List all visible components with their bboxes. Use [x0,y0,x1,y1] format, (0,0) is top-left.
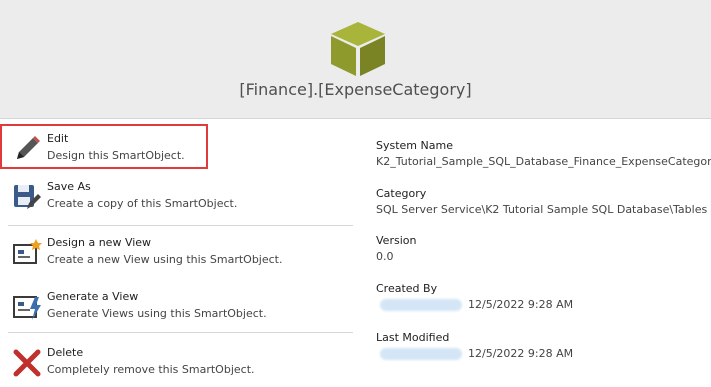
generate-view-description: Generate Views using this SmartObject. [47,307,267,320]
delete-label: Delete [47,346,84,359]
page-title: [Finance].[ExpenseCategory] [239,80,472,99]
edit-label: Edit [47,132,69,145]
delete-action[interactable]: Delete Completely remove this SmartObjec… [0,339,355,387]
category-value: SQL Server Service\K2 Tutorial Sample SQ… [376,203,708,216]
last-modified-date: 12/5/2022 9:28 AM [468,347,574,360]
save-as-description: Create a copy of this SmartObject. [47,197,238,210]
save-as-action[interactable]: Save As Create a copy of this SmartObjec… [0,173,355,221]
design-view-description: Create a new View using this SmartObject… [47,253,283,266]
generate-view-label: Generate a View [47,290,139,303]
design-view-icon [13,239,42,264]
save-as-label: Save As [47,180,91,193]
delete-description: Completely remove this SmartObject. [47,363,255,376]
last-modified-user [380,348,462,360]
smartobject-cube-icon [331,22,385,76]
divider [8,332,353,333]
pencil-icon [17,136,40,159]
edit-description: Design this SmartObject. [47,149,185,162]
edit-action[interactable]: Edit Design this SmartObject. [0,125,355,173]
category-label: Category [376,187,427,200]
design-view-label: Design a new View [47,236,152,249]
version-label: Version [376,234,417,247]
created-by-user [380,299,462,311]
generate-view-action[interactable]: Generate a View Generate Views using thi… [0,283,355,331]
system-name-label: System Name [376,139,453,152]
actions-list: Edit Design this SmartObject. Save As Cr… [0,119,360,387]
version-value: 0.0 [376,250,394,263]
divider [8,225,353,226]
generate-view-icon [13,296,41,320]
header-panel: [Finance].[ExpenseCategory] [0,0,711,119]
system-name-value: K2_Tutorial_Sample_SQL_Database_Finance_… [376,155,711,168]
save-as-icon [14,185,41,209]
created-by-date: 12/5/2022 9:28 AM [468,298,574,311]
delete-x-icon [13,349,41,377]
last-modified-label: Last Modified [376,331,450,344]
created-by-label: Created By [376,282,438,295]
design-view-action[interactable]: Design a new View Create a new View usin… [0,229,355,277]
